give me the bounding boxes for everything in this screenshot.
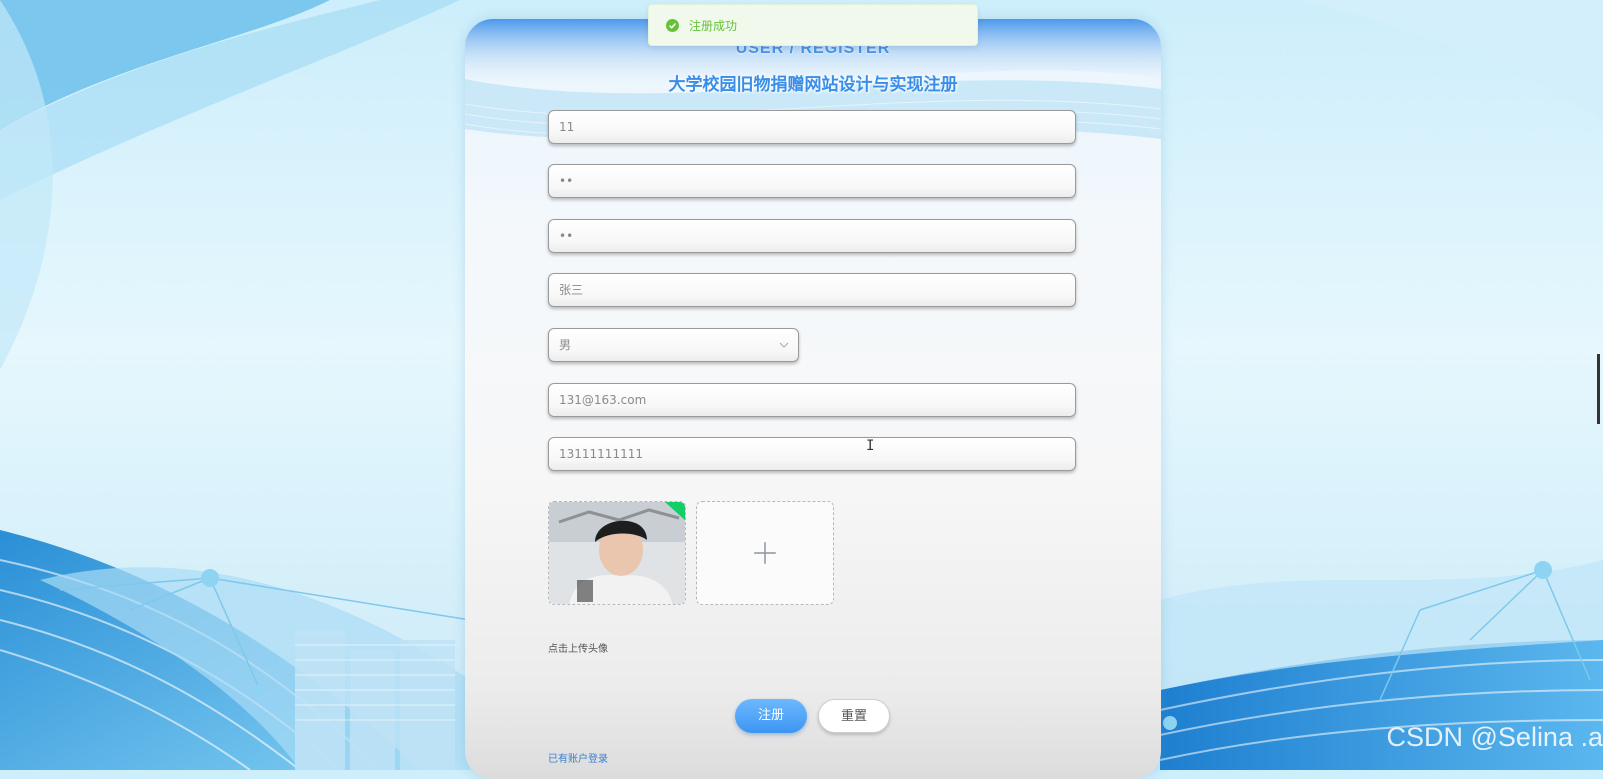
register-button[interactable]: 注册 [735, 699, 807, 733]
upload-avatar-label: 点击上传头像 [548, 640, 608, 655]
watermark: CSDN @Selina .a [1387, 722, 1603, 753]
add-avatar-button[interactable] [696, 501, 834, 605]
register-card: USER / REGISTER 大学校园旧物捐赠网站设计与实现注册 11 •• … [465, 19, 1161, 779]
gender-select[interactable]: 男 [548, 328, 799, 362]
account-input[interactable]: 11 [548, 110, 1076, 144]
text-cursor-icon: I [866, 438, 874, 454]
plus-icon [697, 502, 833, 604]
avatar-image [549, 502, 686, 605]
phone-input[interactable]: 13111111111 [548, 437, 1076, 471]
toast-message: 注册成功 [689, 17, 737, 34]
name-input[interactable]: 张三 [548, 273, 1076, 307]
confirm-password-input[interactable]: •• [548, 219, 1076, 253]
success-toast: 注册成功 [648, 4, 978, 46]
gender-select-value: 男 [559, 338, 571, 352]
reset-button[interactable]: 重置 [818, 699, 890, 733]
scrollbar[interactable] [1597, 354, 1600, 424]
chevron-down-icon [779, 329, 789, 374]
login-link[interactable]: 已有账户登录 [548, 750, 608, 765]
email-input[interactable]: 131@163.com [548, 383, 1076, 417]
password-input[interactable]: •• [548, 164, 1076, 198]
check-circle-icon [666, 19, 679, 32]
avatar-thumbnail[interactable] [548, 501, 686, 605]
page-title: 大学校园旧物捐赠网站设计与实现注册 [465, 70, 1161, 95]
